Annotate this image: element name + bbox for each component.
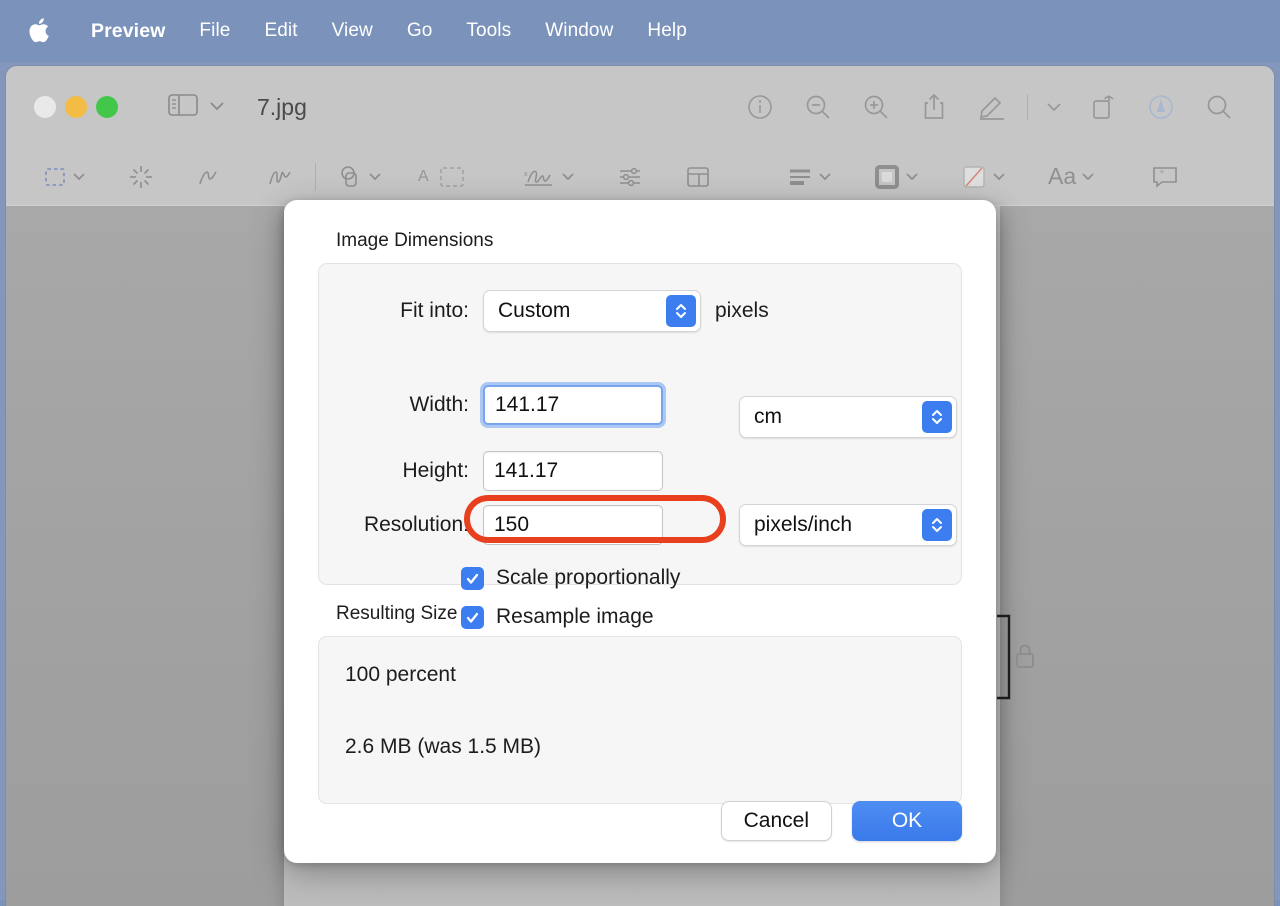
resolution-unit-value: pixels/inch: [754, 513, 852, 537]
chevron-down-icon[interactable]: [209, 98, 225, 116]
width-input[interactable]: 141.17: [483, 385, 663, 425]
instant-alpha-icon[interactable]: [121, 157, 161, 197]
aspect-ratio-link[interactable]: [995, 612, 1041, 702]
shape-style-icon[interactable]: [780, 157, 839, 197]
width-label: Width:: [319, 393, 469, 417]
menu-item-tools[interactable]: Tools: [449, 17, 528, 45]
ok-button[interactable]: OK: [852, 801, 962, 841]
shapes-icon[interactable]: [330, 157, 389, 197]
sketch-icon[interactable]: [189, 157, 231, 197]
resample-image-row[interactable]: Resample image: [461, 605, 961, 629]
resolution-label: Resolution:: [319, 513, 469, 537]
fit-into-popup[interactable]: Custom: [483, 290, 701, 332]
chevron-up-down-icon[interactable]: [922, 401, 952, 433]
window-title-bar: 7.jpg: [6, 66, 1274, 148]
fit-into-label: Fit into:: [319, 299, 469, 323]
draw-icon[interactable]: [259, 157, 301, 197]
sidebar-icon[interactable]: [168, 93, 198, 122]
menu-item-preview[interactable]: Preview: [74, 17, 182, 46]
menu-item-go[interactable]: Go: [390, 17, 450, 45]
resample-image-checkbox[interactable]: [461, 606, 484, 629]
sidebar-toggle-group[interactable]: [168, 93, 225, 122]
menu-bar: Preview File Edit View Go Tools Window H…: [0, 0, 1280, 62]
document-title: 7.jpg: [257, 94, 307, 121]
size-unit-value: cm: [754, 405, 782, 429]
resolution-input[interactable]: 150: [483, 505, 663, 545]
zoom-out-icon[interactable]: [789, 82, 847, 132]
toolbar-right-group: [731, 66, 1248, 148]
height-label: Height:: [319, 459, 469, 483]
apple-logo-icon[interactable]: [22, 11, 56, 51]
markup-pen-icon[interactable]: [963, 82, 1021, 132]
close-button[interactable]: [34, 96, 56, 118]
text-icon[interactable]: A: [431, 157, 473, 197]
toolbar-divider: [1027, 94, 1028, 120]
chevron-up-down-icon[interactable]: [922, 509, 952, 541]
resolution-unit-popup[interactable]: pixels/inch: [739, 504, 957, 546]
border-color-icon[interactable]: [867, 157, 926, 197]
text-style-icon[interactable]: Aa: [1041, 157, 1102, 197]
markup-divider: [315, 163, 316, 191]
cancel-button[interactable]: Cancel: [721, 801, 832, 841]
menu-item-file[interactable]: File: [182, 17, 247, 45]
markup-toolbar: A x: [6, 148, 1274, 205]
resulting-filesize: 2.6 MB (was 1.5 MB): [345, 735, 961, 759]
scale-proportionally-checkbox[interactable]: [461, 567, 484, 590]
info-icon[interactable]: [731, 82, 789, 132]
note-icon[interactable]: ”: [1144, 157, 1186, 197]
fit-into-value: Custom: [498, 299, 570, 323]
adjust-size-icon[interactable]: [678, 157, 718, 197]
rectangular-selection-icon[interactable]: [36, 157, 93, 197]
chevron-down-icon[interactable]: [1034, 82, 1074, 132]
size-unit-popup[interactable]: cm: [739, 396, 957, 438]
chevron-down-icon[interactable]: [818, 168, 832, 186]
annotate-icon[interactable]: [1132, 82, 1190, 132]
resample-image-label: Resample image: [496, 605, 654, 629]
chevron-down-icon[interactable]: [905, 168, 919, 186]
image-dimensions-group-label: Image Dimensions: [336, 230, 962, 252]
minimize-button[interactable]: [65, 96, 87, 118]
chevron-down-icon[interactable]: [72, 168, 86, 186]
chevron-down-icon[interactable]: [368, 168, 382, 186]
image-dimensions-group: Fit into: Custom pixels Width: 141.17 cm: [318, 263, 962, 585]
chevron-down-icon[interactable]: [561, 168, 575, 186]
fill-color-icon[interactable]: [954, 157, 1013, 197]
menu-item-help[interactable]: Help: [630, 17, 703, 45]
image-size-dialog: Image Dimensions Fit into: Custom pixels…: [284, 200, 996, 863]
menu-item-window[interactable]: Window: [528, 17, 630, 45]
chevron-down-icon[interactable]: [1081, 168, 1095, 186]
share-icon[interactable]: [905, 82, 963, 132]
sign-icon[interactable]: x: [515, 157, 582, 197]
dialog-button-row: Cancel OK: [721, 801, 962, 841]
svg-text:x: x: [524, 171, 528, 178]
lock-icon: [1017, 646, 1033, 668]
chevron-up-down-icon[interactable]: [666, 295, 696, 327]
scale-proportionally-label: Scale proportionally: [496, 566, 680, 590]
resulting-percent: 100 percent: [345, 663, 961, 687]
menu-item-view[interactable]: View: [315, 17, 390, 45]
resulting-size-group: 100 percent 2.6 MB (was 1.5 MB): [318, 636, 962, 804]
menu-item-edit[interactable]: Edit: [247, 17, 314, 45]
chevron-down-icon[interactable]: [992, 168, 1006, 186]
rotate-icon[interactable]: [1074, 82, 1132, 132]
scale-proportionally-row[interactable]: Scale proportionally: [461, 566, 961, 590]
zoom-in-icon[interactable]: [847, 82, 905, 132]
height-input[interactable]: 141.17: [483, 451, 663, 491]
traffic-lights: [34, 96, 118, 118]
adjust-color-icon[interactable]: [610, 157, 650, 197]
maximize-button[interactable]: [96, 96, 118, 118]
svg-text:”: ”: [1160, 169, 1164, 181]
search-icon[interactable]: [1190, 82, 1248, 132]
fit-into-unit-label: pixels: [715, 299, 769, 323]
